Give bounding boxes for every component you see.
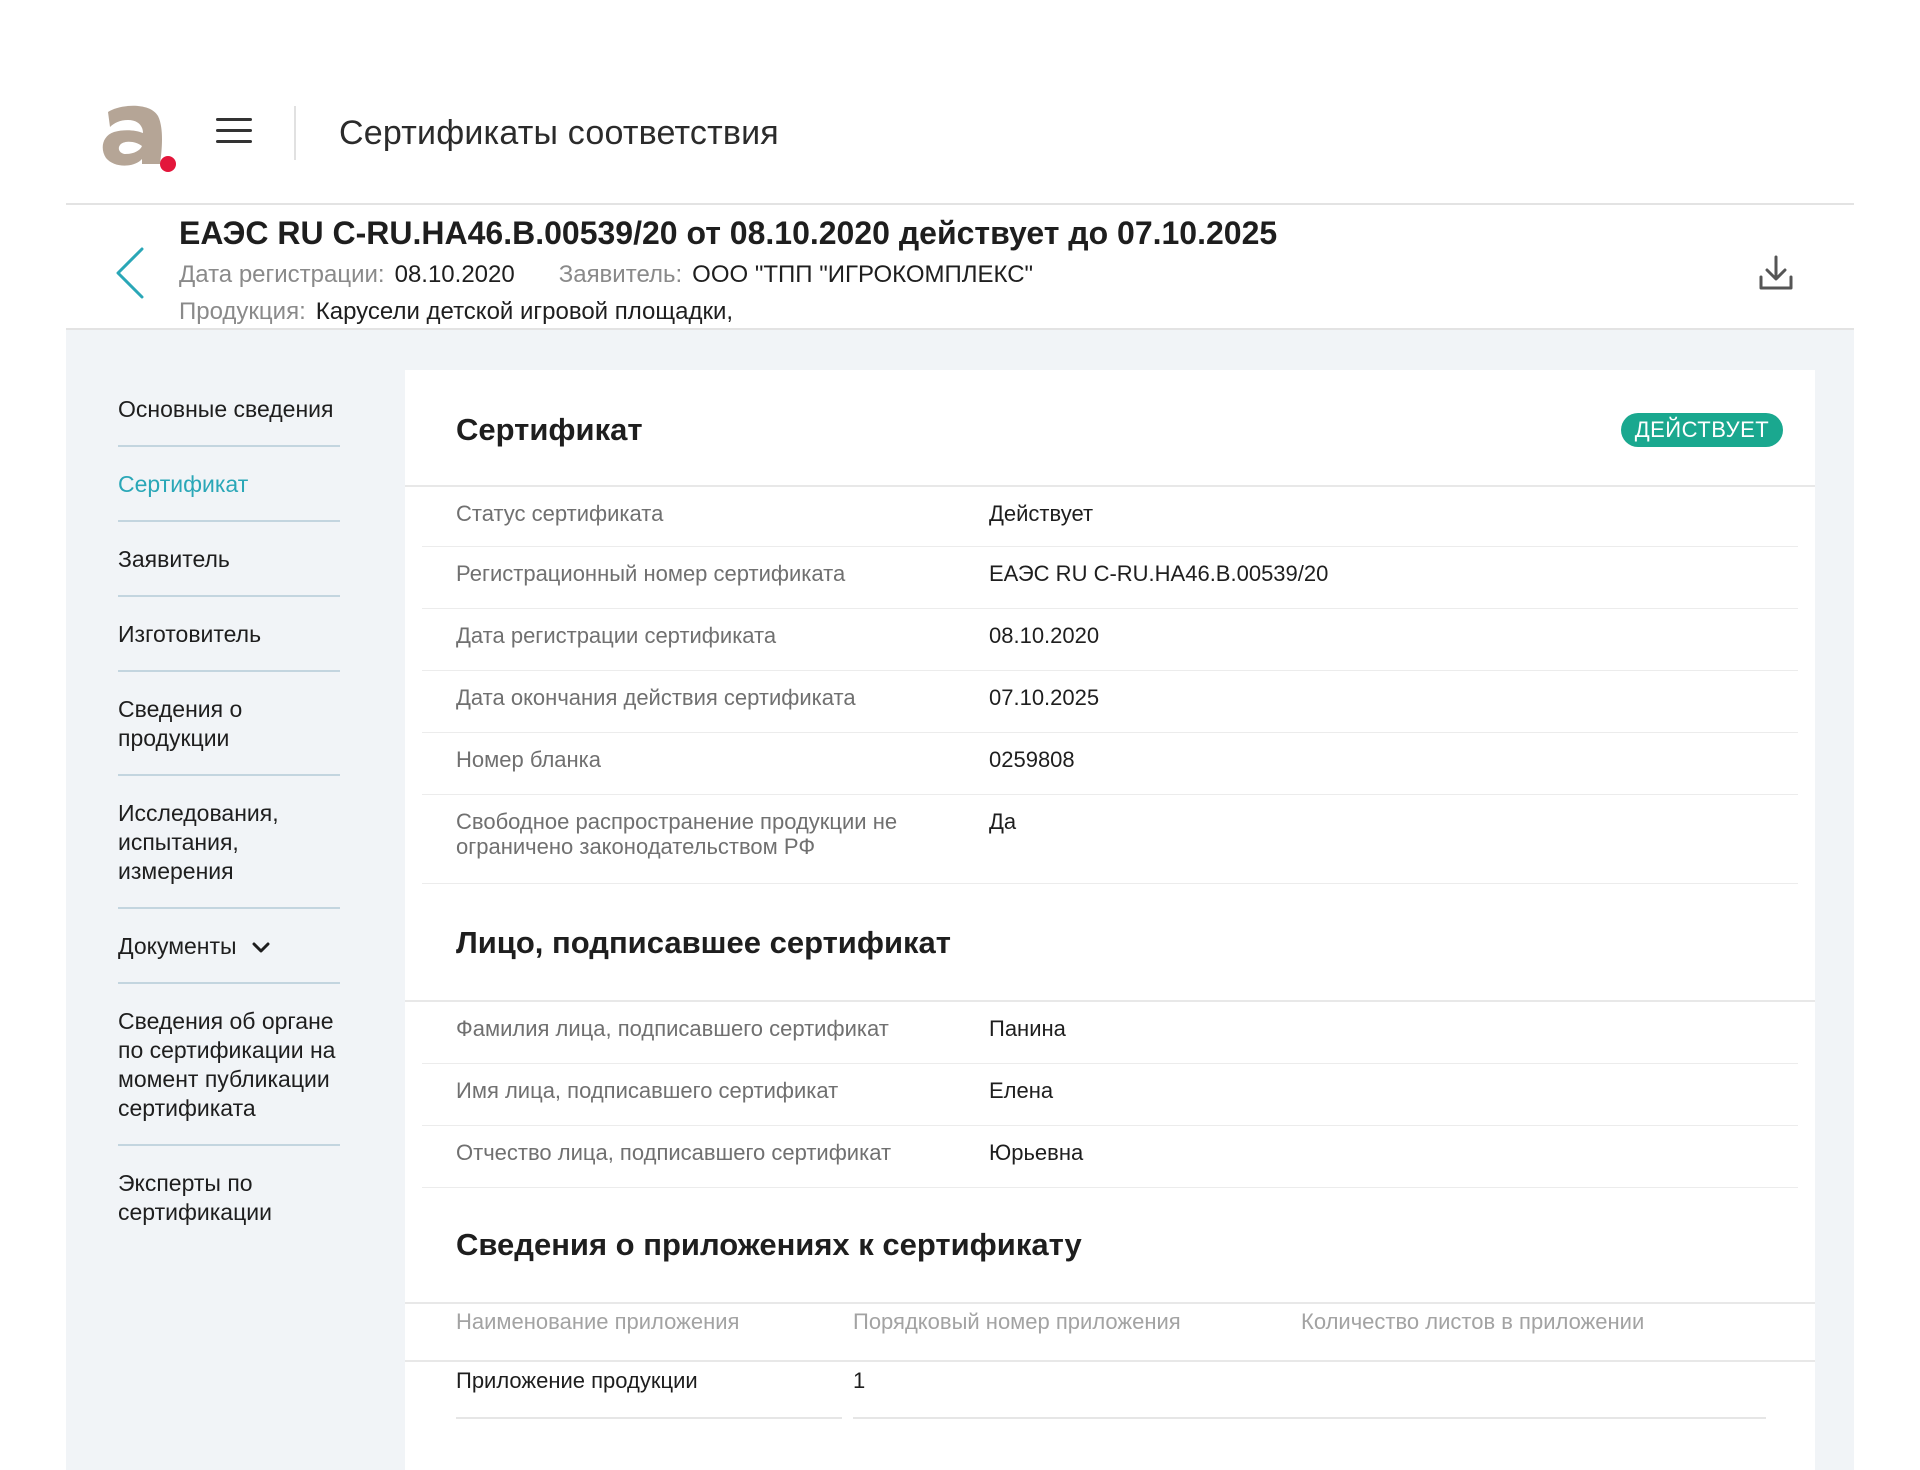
table-cell: Приложение продукции [456, 1368, 698, 1393]
sidebar-item-documents[interactable]: Документы [118, 929, 340, 984]
row-key: Свободное распространение продукции не о… [456, 809, 898, 859]
row-key: Номер бланка [456, 747, 602, 772]
sidebar-item-label: Сведения об органе по сертификации на мо… [118, 1008, 336, 1121]
row-key: Имя лица, подписавшего сертификат [456, 1078, 839, 1103]
download-icon[interactable] [1756, 253, 1796, 293]
applicant-label: Заявитель: [558, 261, 683, 288]
reg-date-value: 08.10.2020 [394, 261, 515, 288]
row-value: ЕАЭС RU C-RU.НА46.В.00539/20 [989, 561, 1329, 586]
sidebar-item-product-info[interactable]: Сведения о продукции [118, 692, 340, 776]
section-title-attachments: Сведения о приложениях к сертификату [456, 1227, 1082, 1262]
row-value: 07.10.2025 [989, 685, 1100, 710]
table-row: Статус сертификата Действует [422, 487, 1798, 547]
row-key: Статус сертификата [456, 501, 664, 526]
table-row: Свободное распространение продукции не о… [422, 795, 1798, 884]
table-row: Фамилия лица, подписавшего сертификат Па… [422, 1002, 1798, 1064]
row-value: Действует [989, 501, 1094, 526]
product-meta-row: Продукция: Карусели детской игровой площа… [179, 298, 733, 326]
sidebar-item-label: Сертификат [118, 471, 249, 497]
chevron-down-icon [252, 942, 270, 953]
divider [405, 1302, 1815, 1304]
sidebar-item-label: Исследования, испытания, измерения [118, 800, 279, 884]
column-header: Количество листов в приложении [1301, 1309, 1645, 1334]
row-key: Регистрационный номер сертификата [456, 561, 846, 586]
divider [853, 1417, 1766, 1419]
sidebar-item-label: Основные сведения [118, 396, 334, 422]
content-card: Сертификат ДЕЙСТВУЕТ Статус сертификата … [405, 370, 1815, 1470]
row-value: Юрьевна [989, 1140, 1084, 1165]
sidebar-item-research[interactable]: Исследования, испытания, измерения [118, 796, 340, 909]
table-row: Отчество лица, подписавшего сертификат Ю… [422, 1126, 1798, 1188]
row-key: Фамилия лица, подписавшего сертификат [456, 1016, 889, 1041]
hamburger-menu-icon[interactable] [214, 112, 254, 152]
row-key: Дата регистрации сертификата [456, 623, 777, 648]
divider [405, 1360, 1815, 1362]
sidebar-item-label: Документы [118, 933, 237, 959]
reg-date-label: Дата регистрации: [179, 261, 385, 288]
table-row: Имя лица, подписавшего сертификат Елена [422, 1064, 1798, 1126]
sidebar-item-main-info[interactable]: Основные сведения [118, 392, 340, 447]
sidebar-item-cert-body[interactable]: Сведения об органе по сертификации на мо… [118, 1004, 340, 1146]
brand-logo-icon[interactable] [98, 102, 178, 174]
sidebar-item-label: Сведения о продукции [118, 696, 243, 751]
column-header: Порядковый номер приложения [853, 1309, 1181, 1334]
divider [294, 106, 296, 160]
row-value: Елена [989, 1078, 1054, 1103]
sidebar-item-applicant[interactable]: Заявитель [118, 542, 340, 597]
applicant-value: ООО "ТПП "ИГРОКОМПЛЕКС" [692, 261, 1034, 288]
sidebar-item-label: Изготовитель [118, 621, 262, 647]
table-row: Дата окончания действия сертификата 07.1… [422, 671, 1798, 733]
certificate-meta-row: Дата регистрации: 08.10.2020 Заявитель: ООО… [179, 261, 1033, 289]
table-row: Дата регистрации сертификата 08.10.2020 [422, 609, 1798, 671]
section-title-signer: Лицо, подписавшее сертификат [456, 925, 951, 960]
section-title-certificate: Сертификат [456, 412, 643, 447]
row-key: Отчество лица, подписавшего сертификат [456, 1140, 892, 1165]
sidebar-item-label: Эксперты по сертификации [118, 1170, 272, 1225]
sidebar-item-label: Заявитель [118, 546, 230, 572]
status-badge: ДЕЙСТВУЕТ [1621, 413, 1783, 447]
sidebar-item-experts[interactable]: Эксперты по сертификации [118, 1166, 340, 1248]
certificate-header: ЕАЭС RU C-RU.НА46.В.00539/20 от 08.10.20… [66, 205, 1854, 328]
sidebar-nav: Основные сведения Сертификат Заявитель И… [118, 392, 340, 1268]
sidebar-item-manufacturer[interactable]: Изготовитель [118, 617, 340, 672]
table-row: Номер бланка 0259808 [422, 733, 1798, 795]
back-arrow-icon[interactable] [112, 243, 152, 303]
row-value: 08.10.2020 [989, 623, 1100, 648]
row-value: Панина [989, 1016, 1066, 1041]
divider [456, 1417, 842, 1419]
certificate-title: ЕАЭС RU C-RU.НА46.В.00539/20 от 08.10.20… [179, 215, 1278, 251]
table-row: Регистрационный номер сертификата ЕАЭС R… [422, 547, 1798, 609]
sidebar-item-certificate[interactable]: Сертификат [118, 467, 340, 522]
row-value: Да [989, 809, 1017, 834]
row-value: 0259808 [989, 747, 1075, 772]
column-header: Наименование приложения [456, 1309, 740, 1334]
product-value: Карусели детской игровой площадки, [315, 298, 734, 325]
app-title: Сертификаты соответствия [339, 114, 779, 152]
row-key: Дата окончания действия сертификата [456, 685, 856, 710]
table-cell: 1 [853, 1368, 866, 1393]
product-label: Продукция: [179, 298, 306, 325]
top-bar: Сертификаты соответствия [0, 0, 1920, 203]
